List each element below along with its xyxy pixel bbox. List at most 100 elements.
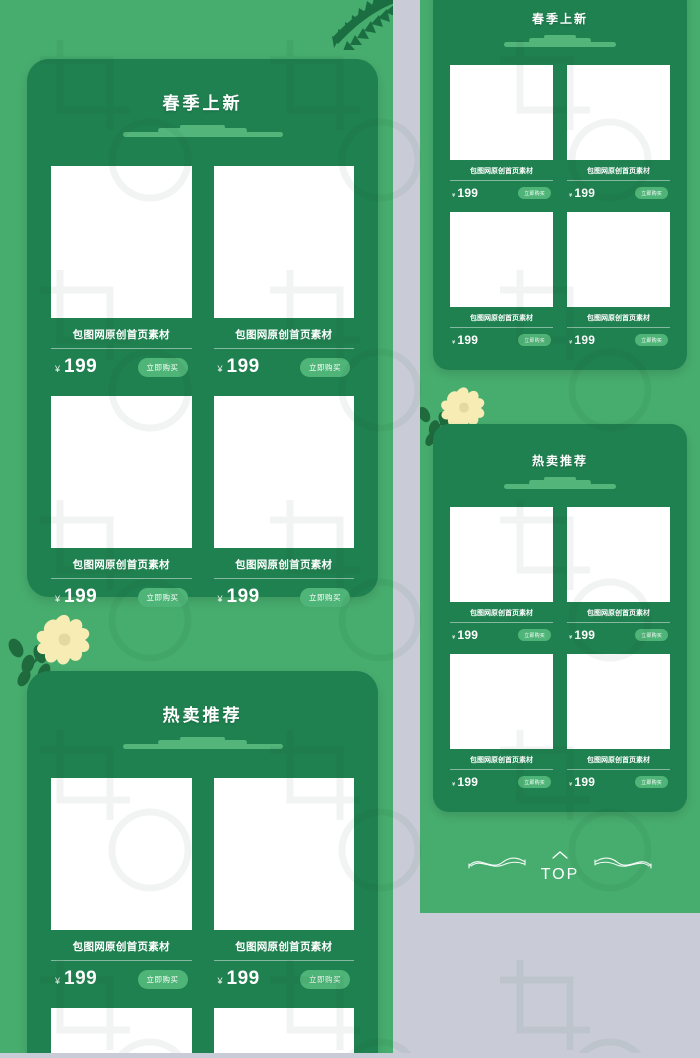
product-price: ¥ 199	[569, 333, 595, 347]
currency-symbol: ¥	[452, 782, 456, 788]
price-amount: 199	[226, 968, 260, 989]
product-image-placeholder[interactable]	[51, 396, 192, 548]
product-card[interactable]: 包图网原创首页素材 ¥ 199 立即购买	[51, 396, 192, 608]
product-divider	[213, 960, 354, 961]
section-card-spring-new: 春季上新 包图网原创首页素材 ¥ 199 立即购买 包图网原创首页素材 ¥ 19…	[27, 59, 378, 607]
product-card[interactable]: 包图网原创首页素材 ¥ 199 立即购买	[567, 65, 670, 200]
product-divider	[450, 769, 553, 770]
product-card[interactable]: 包图网原创首页素材 ¥ 199 立即购买	[567, 212, 670, 347]
fern-leaf-icon	[318, 0, 393, 51]
product-divider	[51, 578, 192, 579]
product-price-row: ¥ 199 立即购买	[450, 186, 553, 200]
buy-now-button[interactable]: 立即购买	[518, 629, 551, 641]
product-title: 包图网原创首页素材	[587, 315, 650, 322]
buy-now-button[interactable]: 立即购买	[300, 357, 350, 377]
currency-symbol: ¥	[569, 635, 573, 641]
product-grid: 包图网原创首页素材 ¥ 199 立即购买 包图网原创首页素材 ¥ 199 立即购…	[450, 65, 670, 347]
price-amount: 199	[457, 186, 479, 200]
buy-now-button[interactable]: 立即购买	[300, 969, 350, 989]
currency-symbol: ¥	[217, 976, 223, 986]
flourish-left-icon	[467, 852, 527, 879]
product-price-row: ¥ 199 立即购买	[51, 356, 192, 378]
product-title: 包图网原创首页素材	[470, 610, 533, 617]
price-amount: 199	[226, 586, 260, 607]
product-price-row: ¥ 199 立即购买	[567, 628, 670, 642]
product-card[interactable]: 包图网原创首页素材 ¥ 199 立即购买	[450, 654, 553, 789]
product-title: 包图网原创首页素材	[470, 168, 533, 175]
product-card[interactable]: 包图网原创首页素材 ¥ 199 立即购买	[51, 778, 192, 990]
currency-symbol: ¥	[569, 782, 573, 788]
buy-now-button[interactable]: 立即购买	[518, 334, 551, 346]
product-card[interactable]: 包图网原创首页素材 ¥ 199 立即购买	[213, 396, 354, 608]
product-card[interactable]: 包图网原创首页素材 ¥ 199 立即购买	[450, 65, 553, 200]
product-image-placeholder[interactable]	[450, 65, 553, 160]
product-card[interactable]: 包图网原创首页素材 ¥ 199 立即购买	[51, 1008, 192, 1053]
currency-symbol: ¥	[217, 594, 223, 604]
product-card[interactable]: 包图网原创首页素材 ¥ 199 立即购买	[51, 166, 192, 378]
product-divider	[567, 180, 670, 181]
buy-now-button[interactable]: 立即购买	[635, 629, 668, 641]
product-image-placeholder[interactable]	[51, 166, 192, 318]
section-title: 热卖推荐	[531, 454, 588, 468]
price-amount: 199	[64, 356, 98, 377]
product-image-placeholder[interactable]	[450, 654, 553, 749]
product-price: ¥ 199	[452, 628, 478, 642]
price-amount: 199	[457, 628, 479, 642]
product-card[interactable]: 包图网原创首页素材 ¥ 199 立即购买	[567, 507, 670, 642]
currency-symbol: ¥	[452, 635, 456, 641]
price-amount: 199	[457, 333, 479, 347]
product-card[interactable]: 包图网原创首页素材 ¥ 199 立即购买	[450, 507, 553, 642]
buy-now-button[interactable]: 立即购买	[518, 776, 551, 788]
currency-symbol: ¥	[217, 364, 223, 374]
buy-now-button[interactable]: 立即购买	[518, 187, 551, 199]
product-price-row: ¥ 199 立即购买	[567, 333, 670, 347]
product-price: ¥ 199	[55, 586, 97, 608]
section-card-hot-recommend: 热卖推荐 包图网原创首页素材 ¥ 199 立即购买 包图网原创首页素材 ¥ 19…	[433, 424, 687, 812]
product-price-row: ¥ 199 立即购买	[214, 356, 355, 378]
section-card-spring-new: 春季上新 包图网原创首页素材 ¥ 199 立即购买 包图网原创首页素材 ¥ 19…	[433, 0, 687, 370]
product-divider	[567, 769, 670, 770]
top-label-group: TOP	[541, 846, 580, 884]
product-price: ¥ 199	[569, 628, 595, 642]
back-to-top-button[interactable]: TOP	[420, 830, 700, 900]
product-image-placeholder[interactable]	[567, 654, 670, 749]
left-preview-panel: 春季上新 包图网原创首页素材 ¥ 199 立即购买 包图网原创首页素材 ¥ 19…	[0, 0, 393, 1053]
product-image-placeholder[interactable]	[213, 396, 354, 548]
product-price-row: ¥ 199 立即购买	[450, 333, 553, 347]
price-amount: 199	[457, 775, 479, 789]
section-header: 春季上新	[27, 59, 378, 137]
product-image-placeholder[interactable]	[567, 65, 670, 160]
product-price: ¥ 199	[452, 775, 478, 789]
buy-now-button[interactable]: 立即购买	[137, 357, 188, 377]
buy-now-button[interactable]: 立即购买	[300, 587, 350, 607]
product-price: ¥ 199	[55, 968, 97, 990]
product-image-placeholder[interactable]	[213, 778, 354, 930]
product-image-placeholder[interactable]	[450, 507, 553, 602]
buy-now-button[interactable]: 立即购买	[137, 587, 188, 607]
product-divider	[450, 180, 553, 181]
section-divider-ornament	[122, 737, 283, 749]
product-image-placeholder[interactable]	[51, 778, 192, 930]
product-card[interactable]: 包图网原创首页素材 ¥ 199 立即购买	[213, 166, 355, 378]
product-image-placeholder[interactable]	[213, 166, 354, 318]
product-card[interactable]: 包图网原创首页素材 ¥ 199 立即购买	[450, 212, 553, 347]
product-title: 包图网原创首页素材	[72, 329, 170, 341]
product-divider	[450, 327, 553, 328]
buy-now-button[interactable]: 立即购买	[635, 187, 668, 199]
product-image-placeholder[interactable]	[567, 212, 670, 307]
product-card[interactable]: 包图网原创首页素材 ¥ 199 立即购买	[213, 778, 354, 990]
product-image-placeholder[interactable]	[567, 507, 670, 602]
product-divider	[567, 622, 670, 623]
product-image-placeholder[interactable]	[213, 1008, 354, 1053]
product-card[interactable]: 包图网原创首页素材 ¥ 199 立即购买	[567, 654, 670, 789]
buy-now-button[interactable]: 立即购买	[635, 776, 668, 788]
buy-now-button[interactable]: 立即购买	[137, 969, 188, 989]
buy-now-button[interactable]: 立即购买	[635, 334, 668, 346]
product-card[interactable]: 包图网原创首页素材 ¥ 199 立即购买	[213, 1008, 354, 1053]
product-title: 包图网原创首页素材	[587, 757, 650, 764]
product-image-placeholder[interactable]	[450, 212, 553, 307]
price-amount: 199	[574, 333, 596, 347]
product-price-row: ¥ 199 立即购买	[51, 968, 192, 990]
currency-symbol: ¥	[452, 340, 456, 346]
product-image-placeholder[interactable]	[51, 1008, 192, 1053]
